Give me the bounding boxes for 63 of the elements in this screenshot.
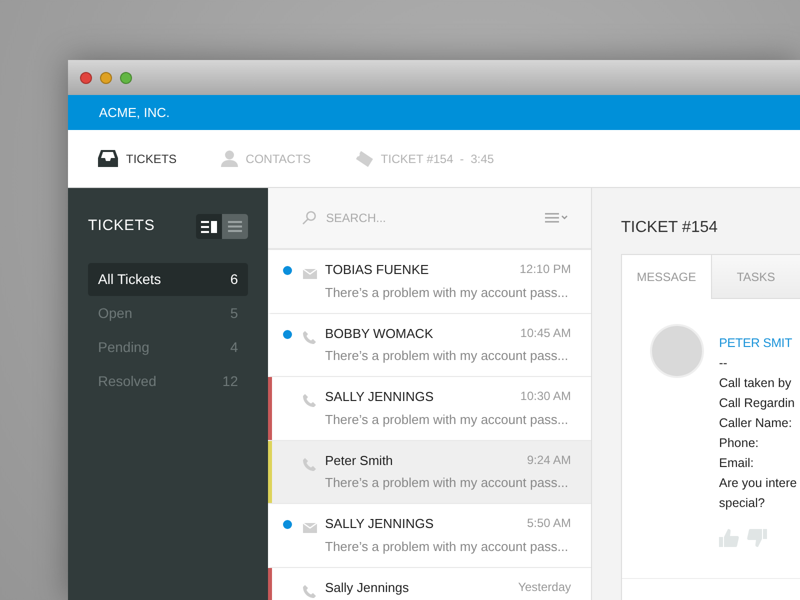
search-icon (302, 211, 316, 225)
ticket-time: Yesterday (518, 578, 571, 596)
sort-menu-icon (545, 213, 569, 223)
ticket-time: 5:50 AM (526, 515, 571, 532)
ticket-row[interactable]: SALLY JENNINGS 5:50 AM There’s a problem with my account pass... (268, 504, 591, 568)
ticket-row[interactable]: BOBBY WOMACK 10:45 AM There’s a problem with my account pass... (268, 314, 591, 377)
sender-name: BOBBY WOMACK (325, 324, 434, 342)
message-line: Phone: (719, 434, 760, 452)
message-line: -- (719, 354, 728, 372)
message-preview: There’s a problem with my account pass... (325, 538, 570, 556)
sender-name: SALLY JENNINGS (325, 515, 434, 533)
ticket-icon (354, 150, 373, 166)
sidebar-item[interactable]: All Tickets 6 (88, 263, 248, 296)
message-line: Call Regardin (719, 394, 796, 412)
message-line: Call taken by (719, 374, 792, 392)
company-name: ACME, INC. (99, 104, 170, 122)
close-button[interactable] (80, 72, 92, 84)
sidebar-title: TICKETS (88, 216, 155, 236)
ticket-row[interactable]: Sally Jennings Yesterday (268, 568, 591, 600)
sender-name: TOBIAS FUENKE (325, 261, 429, 279)
message-preview: There’s a problem with my account pass... (325, 474, 570, 492)
message-preview: There’s a problem with my account pass... (325, 347, 570, 365)
message-line: Are you intere (719, 474, 797, 492)
envelope-icon (303, 522, 317, 533)
minimize-button[interactable] (100, 72, 112, 84)
ticket-row[interactable]: Peter Smith 9:24 AM There’s a problem with my account pass... (268, 440, 591, 504)
message-line: special? (719, 494, 766, 512)
ticket-time: 9:24 AM (526, 452, 571, 468)
message-line: Email: (719, 454, 755, 472)
sender-name: Sally Jennings (325, 578, 409, 597)
zoom-button[interactable] (120, 72, 132, 84)
message-preview: There’s a problem with my account pass... (325, 284, 570, 302)
phone-icon (303, 394, 316, 408)
list-view-icon (228, 221, 242, 232)
view-toggle-button[interactable] (222, 214, 248, 239)
phone-icon (303, 330, 316, 344)
thumbs-up-icon (719, 528, 739, 547)
envelope-icon (303, 268, 317, 279)
item-label: Pending (98, 338, 150, 357)
nav-tab[interactable]: TICKETS (98, 150, 177, 168)
item-count: 5 (230, 304, 238, 323)
sender-name: SALLY JENNINGS (325, 388, 434, 406)
split-view-icon (201, 220, 217, 232)
item-label: All Tickets (98, 270, 162, 289)
phone-icon (303, 458, 316, 471)
item-count: 6 (230, 270, 238, 289)
ticket-row[interactable]: TOBIAS FUENKE 12:10 PM There’s a problem with my account pass... (268, 250, 591, 314)
item-count: 4 (230, 338, 238, 357)
message-preview: There’s a problem with my account pass... (325, 410, 570, 429)
ticket-time: 10:30 AM (520, 388, 571, 405)
view-toggle-button[interactable] (196, 214, 222, 239)
item-label: Resolved (98, 372, 156, 391)
person-icon (220, 150, 238, 167)
ticket-time: 12:10 PM (520, 261, 571, 278)
ticket-time: 10:45 AM (520, 324, 571, 342)
item-count: 12 (222, 372, 238, 391)
item-label: Open (98, 304, 132, 323)
phone-icon (303, 584, 316, 598)
message-line: Caller Name: (719, 414, 793, 432)
inbox-icon (98, 150, 118, 167)
sender-name: Peter Smith (325, 452, 393, 470)
ticket-title: TICKET #154 (621, 218, 719, 238)
thumbs-down-icon (747, 528, 767, 547)
